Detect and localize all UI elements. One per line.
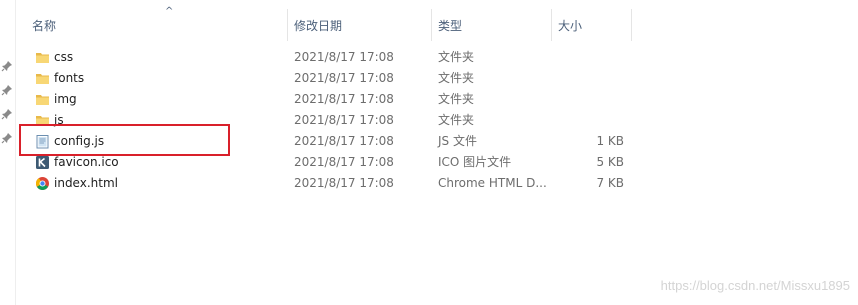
pin-icon — [1, 133, 12, 144]
file-size — [556, 89, 624, 110]
column-header-size[interactable]: 大小 — [552, 9, 632, 41]
pin-icon — [1, 85, 12, 96]
file-row-fonts[interactable]: fonts 2021/8/17 17:08 文件夹 — [16, 68, 636, 89]
column-header-bar: 名称 ^ 修改日期 类型 大小 — [16, 6, 632, 41]
file-size — [556, 110, 624, 131]
highlight-box — [19, 124, 230, 156]
pin-icon — [1, 109, 12, 120]
sort-ascending-icon: ^ — [165, 6, 174, 17]
file-name: fonts — [54, 71, 85, 85]
file-type: 文件夹 — [438, 113, 475, 127]
file-type: 文件夹 — [438, 71, 475, 85]
file-type: ICO 图片文件 — [438, 155, 512, 169]
file-type: 文件夹 — [438, 50, 475, 64]
file-row-img[interactable]: img 2021/8/17 17:08 文件夹 — [16, 89, 636, 110]
file-date: 2021/8/17 17:08 — [294, 176, 394, 190]
column-header-date-label: 修改日期 — [294, 19, 343, 33]
file-size: 7 KB — [596, 176, 624, 190]
file-type: Chrome HTML D... — [438, 176, 547, 190]
folder-icon — [36, 95, 49, 105]
file-row-index-html[interactable]: index.html 2021/8/17 17:08 Chrome HTML D… — [16, 173, 636, 194]
file-name: img — [54, 92, 77, 106]
pin-icon — [1, 61, 12, 72]
folder-icon — [36, 53, 49, 63]
column-header-type-label: 类型 — [438, 19, 463, 33]
file-size: 5 KB — [596, 155, 624, 169]
file-date: 2021/8/17 17:08 — [294, 71, 394, 85]
file-date: 2021/8/17 17:08 — [294, 92, 394, 106]
file-size — [556, 47, 624, 68]
file-date: 2021/8/17 17:08 — [294, 50, 394, 64]
column-header-name-label: 名称 — [32, 19, 57, 33]
file-size: 1 KB — [596, 134, 624, 148]
column-header-type[interactable]: 类型 — [432, 9, 552, 41]
column-header-date[interactable]: 修改日期 — [288, 9, 432, 41]
navigation-pane-edge — [0, 0, 16, 305]
file-size — [556, 68, 624, 89]
file-date: 2021/8/17 17:08 — [294, 134, 394, 148]
folder-icon — [36, 74, 49, 84]
file-date: 2021/8/17 17:08 — [294, 155, 394, 169]
chrome-icon — [36, 177, 49, 190]
ico-file-icon — [36, 156, 49, 169]
column-header-size-label: 大小 — [558, 19, 583, 33]
file-row-css[interactable]: css 2021/8/17 17:08 文件夹 — [16, 47, 636, 68]
file-type: 文件夹 — [438, 92, 475, 106]
column-header-name[interactable]: 名称 — [26, 9, 288, 41]
file-type: JS 文件 — [438, 134, 477, 148]
file-name: index.html — [54, 176, 118, 190]
watermark: https://blog.csdn.net/Missxu1895 — [660, 278, 850, 293]
file-date: 2021/8/17 17:08 — [294, 113, 394, 127]
file-name: css — [54, 50, 74, 64]
